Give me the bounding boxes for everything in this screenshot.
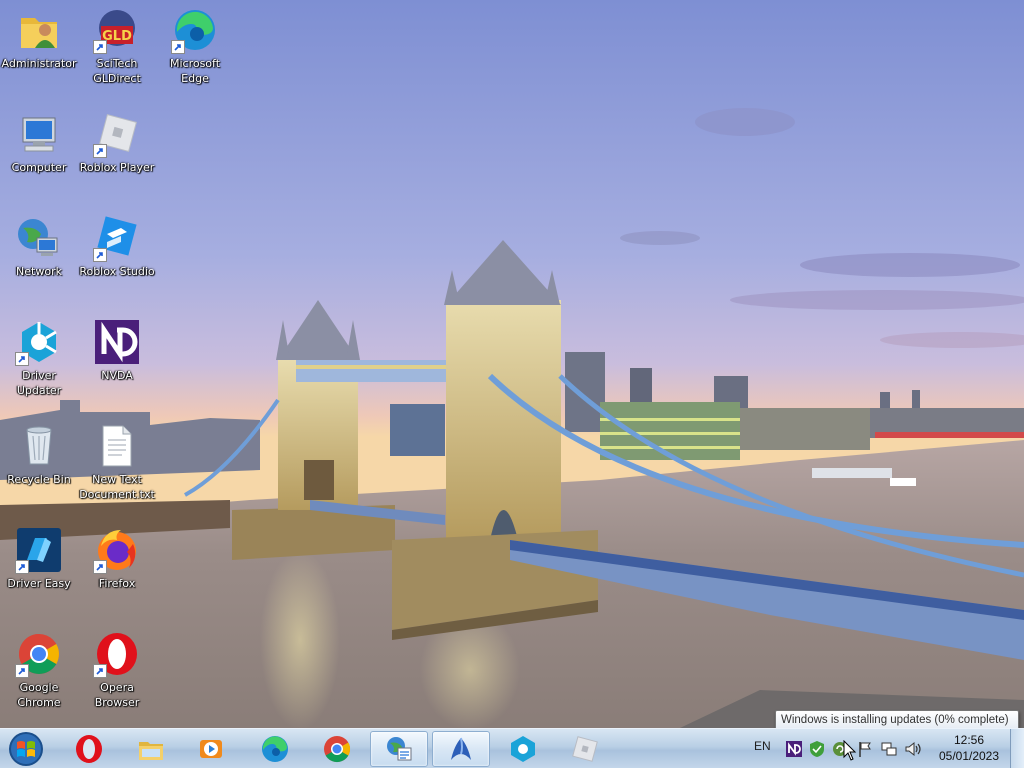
driver-updater-icon (511, 736, 535, 762)
security-shield-icon[interactable] (808, 740, 826, 758)
user-folder-icon (15, 6, 63, 54)
language-indicator[interactable]: EN (754, 739, 771, 753)
chrome-icon (324, 736, 351, 763)
shortcut-arrow-icon (15, 560, 29, 574)
media-player-icon (200, 740, 222, 758)
start-button[interactable] (6, 731, 46, 767)
roblox-studio-icon (93, 214, 141, 262)
icon-label: Roblox Studio (79, 265, 155, 278)
clock-date: 05/01/2023 (938, 749, 1000, 763)
icon-label: Administrator (1, 57, 77, 70)
desktop-icon-roblox-player[interactable]: Roblox Player (78, 110, 156, 175)
clock-time: 12:56 (953, 733, 985, 747)
desktop-icon-scitech-gldirect[interactable]: GLD SciTech GLDirect (78, 6, 156, 86)
taskbar-driver-updater-button[interactable] (494, 731, 552, 767)
control-panel-icon (387, 737, 412, 761)
desktop-icon-administrator[interactable]: Administrator (0, 6, 78, 71)
icon-label: Firefox (98, 577, 136, 590)
windows-start-icon (9, 732, 43, 766)
nvda-app-icon (451, 737, 471, 760)
recycle-bin-icon (15, 422, 63, 470)
action-center-flag-icon[interactable] (856, 740, 874, 758)
desktop-icon-new-text-document[interactable]: New Text Document.txt (78, 422, 156, 502)
icon-label: Opera Browser (94, 681, 140, 709)
desktop-icon-microsoft-edge[interactable]: Microsoft Edge (156, 6, 234, 86)
roblox-icon (572, 736, 598, 762)
shortcut-arrow-icon (93, 560, 107, 574)
shortcut-arrow-icon (93, 248, 107, 262)
edge-icon (171, 6, 219, 54)
desktop-icon-computer[interactable]: Computer (0, 110, 78, 175)
desktop-icon-recycle-bin[interactable]: Recycle Bin (0, 422, 78, 487)
desktop-icon-roblox-studio[interactable]: Roblox Studio (78, 214, 156, 279)
computer-icon (15, 110, 63, 158)
gldirect-icon: GLD (93, 6, 141, 54)
taskbar-chrome-button[interactable] (308, 731, 366, 767)
icon-label: Network (16, 265, 62, 278)
nvda-tray-icon[interactable] (785, 740, 803, 758)
volume-icon[interactable] (904, 740, 922, 758)
taskbar-opera-button[interactable] (60, 731, 118, 767)
shortcut-arrow-icon (93, 144, 107, 158)
shortcut-arrow-icon (93, 40, 107, 54)
icon-label: New Text Document.txt (79, 473, 155, 501)
driver-easy-icon (15, 526, 63, 574)
icon-label: Microsoft Edge (169, 57, 221, 85)
desktop-icon-firefox[interactable]: Firefox (78, 526, 156, 591)
taskbar-control-panel-button[interactable] (370, 731, 428, 767)
shortcut-arrow-icon (171, 40, 185, 54)
mouse-cursor-icon (843, 740, 857, 761)
system-clock[interactable]: 12:56 05/01/2023 (934, 732, 1004, 764)
desktop-icon-nvda[interactable]: NVDA (78, 318, 156, 383)
update-tooltip: Windows is installing updates (0% comple… (775, 710, 1019, 730)
shortcut-arrow-icon (15, 352, 29, 366)
desktop-icon-driver-easy[interactable]: Driver Easy (0, 526, 78, 591)
icon-label: Roblox Player (79, 161, 155, 174)
firefox-icon (93, 526, 141, 574)
taskbar-roblox-button[interactable] (556, 731, 614, 767)
chrome-icon (15, 630, 63, 678)
shortcut-arrow-icon (93, 664, 107, 678)
roblox-player-icon (93, 110, 141, 158)
icon-label: Computer (11, 161, 67, 174)
desktop-icon-network[interactable]: Network (0, 214, 78, 279)
network-icon (15, 214, 63, 262)
desktop-icon-opera-browser[interactable]: Opera Browser (78, 630, 156, 710)
shortcut-arrow-icon (15, 664, 29, 678)
icon-label: Recycle Bin (7, 473, 71, 486)
taskbar-edge-button[interactable] (246, 731, 304, 767)
file-explorer-icon (139, 742, 163, 760)
icon-label: Driver Updater (16, 369, 62, 397)
icon-label: SciTech GLDirect (93, 57, 141, 85)
network-tray-icon[interactable] (880, 740, 898, 758)
show-desktop-button[interactable] (1010, 729, 1024, 768)
desktop-icon-driver-updater[interactable]: Driver Updater (0, 318, 78, 398)
desktop-icon-google-chrome[interactable]: Google Chrome (0, 630, 78, 710)
icon-label: Google Chrome (17, 681, 61, 709)
driver-updater-icon (15, 318, 63, 366)
icon-label: Driver Easy (7, 577, 71, 590)
opera-icon (76, 735, 102, 763)
nvda-icon (93, 318, 141, 366)
taskbar-nvda-button[interactable] (432, 731, 490, 767)
text-document-icon (93, 422, 141, 470)
taskbar-file-explorer-button[interactable] (122, 731, 180, 767)
icon-label: NVDA (101, 369, 133, 382)
opera-icon (93, 630, 141, 678)
taskbar-media-player-button[interactable] (182, 731, 240, 767)
taskbar: EN 12:56 05/01/2023 (0, 728, 1024, 768)
edge-icon (262, 736, 288, 762)
